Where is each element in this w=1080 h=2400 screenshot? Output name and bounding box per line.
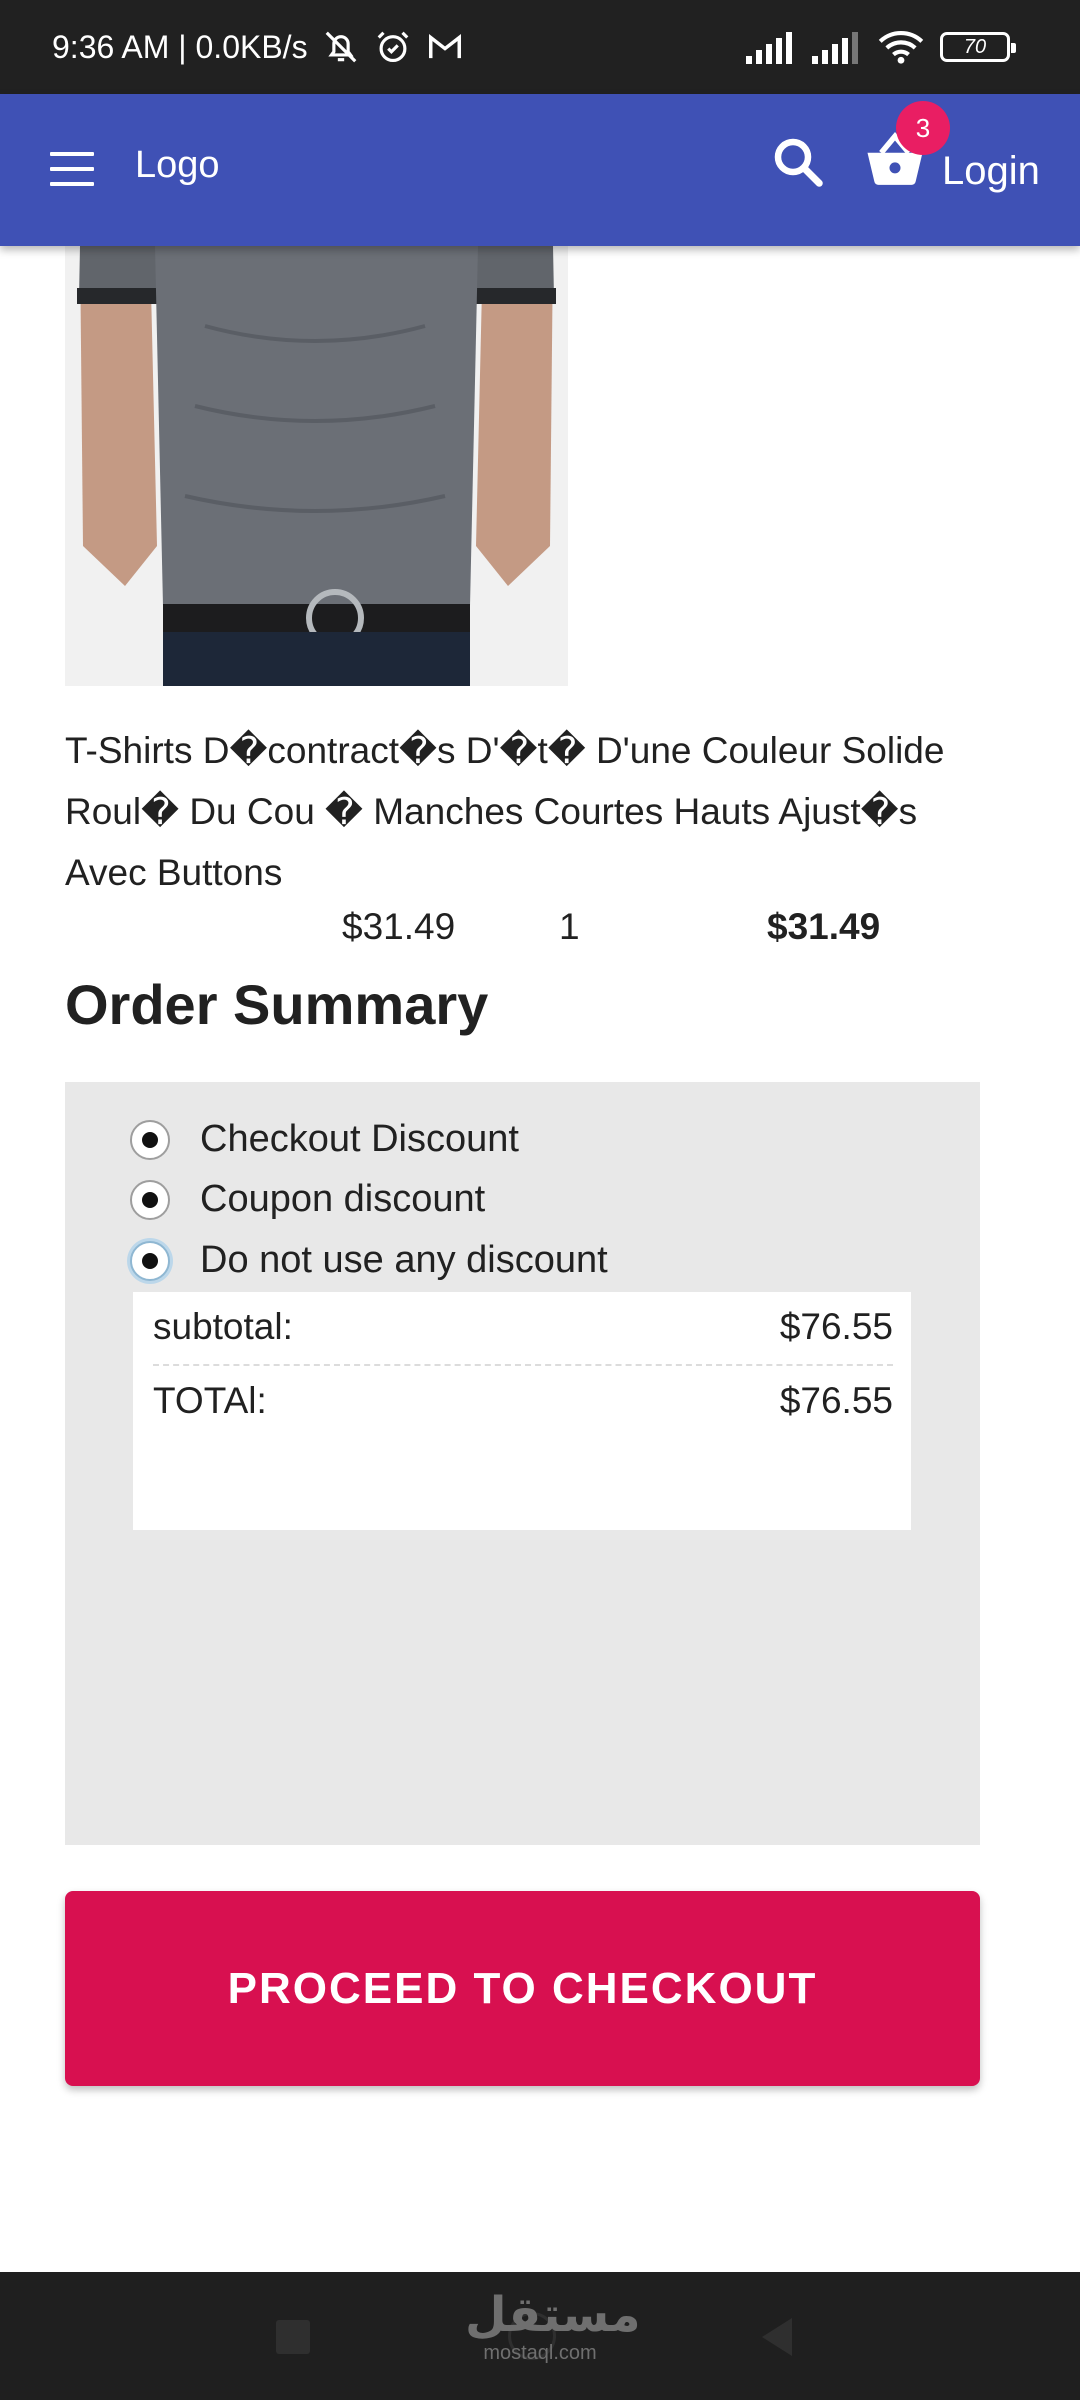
coupon-discount-option[interactable]: Coupon discount [130, 1178, 485, 1221]
signal-icon [746, 32, 792, 64]
status-right: 70 [746, 30, 1016, 64]
recents-button[interactable] [276, 2320, 310, 2354]
battery-level: 70 [963, 35, 987, 58]
watermark-latin: mostaql.com [483, 2342, 597, 2364]
signal-2-icon [812, 32, 858, 64]
watermark-arabic: مستقل [465, 2289, 641, 2342]
totals-divider [153, 1364, 893, 1366]
gmail-icon [428, 33, 461, 59]
checkout-discount-option[interactable]: Checkout Discount [130, 1118, 519, 1161]
no-discount-label[interactable]: Do not use any discount [200, 1239, 608, 1282]
no-discount-option[interactable]: Do not use any discount [130, 1239, 608, 1282]
coupon-discount-label[interactable]: Coupon discount [200, 1178, 485, 1221]
bell-off-icon [325, 31, 356, 63]
product-image[interactable] [65, 246, 568, 686]
menu-icon[interactable] [50, 152, 94, 186]
product-price: $31.49 [342, 906, 456, 947]
status-time: 9:36 AM | 0.0KB/s [52, 28, 308, 65]
app-bar: Logo 3 Login [0, 94, 1080, 246]
coupon-discount-radio[interactable] [130, 1179, 170, 1220]
search-icon[interactable] [768, 132, 828, 192]
subtotal-row: subtotal: $76.55 [153, 1306, 893, 1348]
back-button[interactable] [762, 2318, 792, 2356]
no-discount-radio[interactable] [130, 1240, 170, 1281]
checkout-discount-label[interactable]: Checkout Discount [200, 1118, 519, 1161]
total-row: TOTAl: $76.55 [153, 1380, 893, 1422]
logo[interactable]: Logo [135, 144, 220, 187]
total-value: $76.55 [779, 1380, 893, 1421]
totals-card: subtotal: $76.55 TOTAl: $76.55 [133, 1292, 911, 1530]
system-nav-bar: مستقل mostaql.com [0, 2272, 1080, 2400]
watermark: مستقل mostaql.com [465, 2289, 641, 2365]
battery-icon: 70 [940, 32, 1016, 62]
subtotal-value: $76.55 [779, 1306, 893, 1347]
subtotal-label: subtotal: [153, 1306, 293, 1347]
proceed-to-checkout-button[interactable]: PROCEED TO CHECKOUT [65, 1891, 980, 2086]
checkout-discount-radio[interactable] [130, 1119, 170, 1160]
tshirt-image [65, 246, 568, 686]
login-link[interactable]: Login [942, 149, 1040, 194]
alarm-icon [377, 31, 408, 63]
cart-count-badge: 3 [896, 101, 950, 155]
screen: 9:36 AM | 0.0KB/s 70 Logo 3 Login T-Shir… [0, 0, 1080, 2400]
product-quantity: 1 [559, 906, 580, 947]
status-left: 9:36 AM | 0.0KB/s [52, 28, 464, 66]
order-summary-panel: Checkout Discount Coupon discount Do not… [65, 1082, 980, 1845]
product-title[interactable]: T-Shirts D�contract�s D'�t� D'une Couleu… [65, 720, 1005, 903]
order-summary-title: Order Summary [65, 973, 489, 1036]
total-label: TOTAl: [153, 1380, 267, 1421]
product-line-total: $31.49 [767, 906, 881, 947]
wifi-icon [878, 31, 924, 64]
status-bar: 9:36 AM | 0.0KB/s 70 [0, 0, 1080, 94]
